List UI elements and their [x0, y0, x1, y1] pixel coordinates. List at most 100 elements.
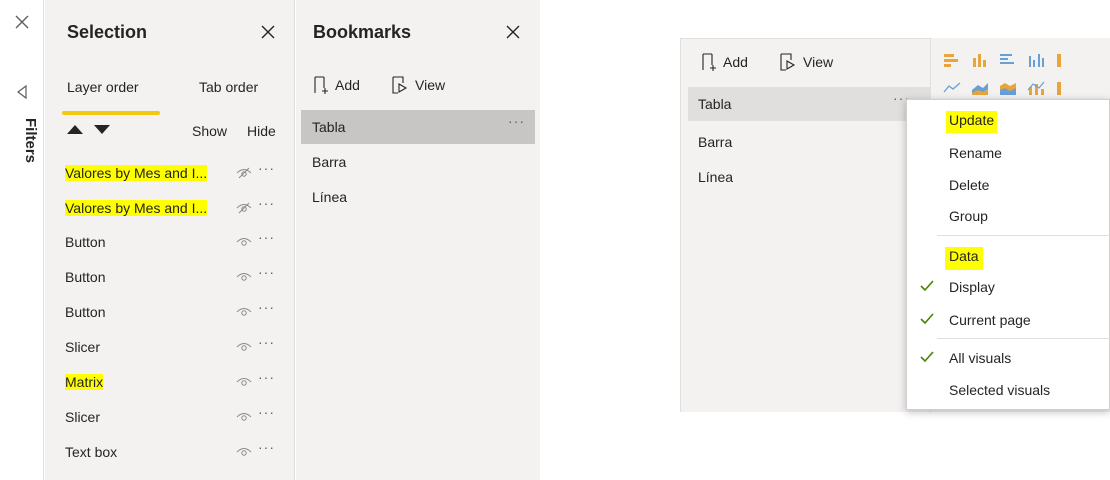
add-label: Add	[335, 77, 360, 93]
selection-title: Selection	[67, 22, 148, 42]
bookmark-label: Barra	[698, 134, 733, 150]
show-all-button[interactable]: Show	[192, 123, 227, 139]
add-bookmark-button[interactable]: Add	[313, 76, 360, 94]
view-label: View	[803, 54, 834, 70]
view-icon	[392, 76, 408, 94]
ribbon-chart-icon[interactable]	[1055, 80, 1073, 96]
more-options-icon[interactable]: ···	[258, 404, 275, 420]
menu-item-label: Delete	[949, 177, 990, 193]
eye-icon[interactable]	[236, 340, 252, 354]
menu-item-rename[interactable]: Rename	[907, 138, 1110, 168]
eye-icon[interactable]	[236, 270, 252, 284]
layer-row[interactable]: Slicer ···	[45, 401, 295, 435]
bookmark-label: Línea	[312, 189, 348, 205]
layer-row[interactable]: Valores by Mes and I... ···	[45, 157, 295, 191]
tab-layer-order[interactable]: Layer order	[67, 79, 139, 95]
bookmark-item[interactable]: Línea	[301, 180, 535, 214]
menu-item-all-visuals[interactable]: All visuals	[907, 343, 1110, 373]
more-options-icon[interactable]: ···	[258, 195, 275, 211]
bookmark-item[interactable]: Línea	[688, 160, 930, 194]
menu-item-label: Update	[946, 111, 998, 133]
menu-item-update[interactable]: Update	[907, 104, 1110, 134]
layer-row[interactable]: Button ···	[45, 226, 295, 260]
checkmark-icon	[920, 351, 934, 363]
hide-all-button[interactable]: Hide	[247, 123, 276, 139]
menu-section-data[interactable]: Data	[945, 247, 983, 270]
menu-item-label: Rename	[949, 145, 1002, 161]
stacked-column-100-icon[interactable]	[1055, 52, 1073, 68]
move-up-icon[interactable]	[67, 125, 83, 134]
eye-icon[interactable]	[236, 235, 252, 249]
bookmark-item[interactable]: Barra	[301, 145, 535, 179]
layer-row[interactable]: Text box ···	[45, 436, 295, 470]
layer-row[interactable]: Button ···	[45, 261, 295, 295]
eye-icon[interactable]	[236, 375, 252, 389]
area-chart-icon[interactable]	[971, 80, 989, 96]
eye-hidden-icon[interactable]	[236, 166, 252, 180]
menu-item-label: Current page	[949, 312, 1031, 328]
filters-label[interactable]: Filters	[22, 118, 39, 163]
line-chart-icon[interactable]	[943, 80, 961, 96]
bookmark-item[interactable]: Tabla ···	[688, 87, 930, 121]
checkmark-icon	[920, 280, 934, 292]
layer-name: Slicer	[65, 409, 101, 425]
menu-item-label: Display	[949, 279, 995, 295]
view-label: View	[415, 77, 446, 93]
menu-item-group[interactable]: Group	[907, 201, 1110, 231]
layer-name: Button	[65, 304, 106, 320]
bookmark-item[interactable]: Tabla ···	[301, 110, 535, 144]
close-icon[interactable]	[12, 12, 32, 32]
active-tab-indicator	[62, 111, 160, 115]
more-options-icon[interactable]: ···	[258, 439, 275, 455]
layer-name: Button	[65, 269, 106, 285]
layer-row[interactable]: Button ···	[45, 296, 295, 330]
layer-name: Valores by Mes and I...	[65, 165, 208, 181]
more-options-icon[interactable]: ···	[258, 334, 275, 350]
close-icon[interactable]	[259, 23, 277, 41]
clustered-bar-chart-icon[interactable]	[999, 52, 1017, 68]
more-options-icon[interactable]: ···	[258, 299, 275, 315]
view-bookmark-button[interactable]: View	[779, 53, 833, 71]
eye-icon[interactable]	[236, 305, 252, 319]
layer-row[interactable]: Matrix ···	[45, 366, 295, 400]
bookmarks-title: Bookmarks	[313, 22, 412, 42]
stacked-column-chart-icon[interactable]	[971, 52, 989, 68]
more-options-icon[interactable]: ···	[508, 113, 525, 129]
eye-hidden-icon[interactable]	[236, 201, 252, 215]
layer-name: Slicer	[65, 339, 101, 355]
eye-icon[interactable]	[236, 445, 252, 459]
filters-strip: Filters	[0, 0, 44, 480]
layer-row[interactable]: Valores by Mes and I... ···	[45, 192, 295, 226]
menu-separator	[937, 338, 1110, 339]
bookmarks-pane: Bookmarks Add View Tabla ··· Barra Línea	[296, 0, 540, 480]
add-bookmark-button[interactable]: Add	[701, 53, 748, 71]
layer-name: Button	[65, 234, 106, 250]
more-options-icon[interactable]: ···	[258, 160, 275, 176]
bookmark-context-menu: Update Rename Delete Group Data Display …	[906, 99, 1110, 410]
eye-icon[interactable]	[236, 410, 252, 424]
collapse-arrow-icon[interactable]	[14, 84, 30, 100]
more-options-icon[interactable]: ···	[258, 369, 275, 385]
bookmark-label: Tabla	[698, 96, 732, 112]
bookmark-label: Línea	[698, 169, 734, 185]
stacked-bar-chart-icon[interactable]	[943, 52, 961, 68]
stacked-area-chart-icon[interactable]	[999, 80, 1017, 96]
more-options-icon[interactable]: ···	[258, 229, 275, 245]
view-bookmark-button[interactable]: View	[391, 76, 445, 94]
line-and-column-chart-icon[interactable]	[1027, 80, 1045, 96]
more-options-icon[interactable]: ···	[258, 264, 275, 280]
layer-row[interactable]: Slicer ···	[45, 331, 295, 365]
move-down-icon[interactable]	[94, 125, 110, 134]
menu-item-delete[interactable]: Delete	[907, 170, 1110, 200]
menu-separator	[937, 235, 1110, 236]
menu-item-selected-visuals[interactable]: Selected visuals	[907, 375, 1110, 405]
menu-section-label: Data	[945, 247, 983, 270]
tab-tab-order[interactable]: Tab order	[199, 79, 258, 95]
close-icon[interactable]	[504, 23, 522, 41]
menu-item-display[interactable]: Display	[907, 272, 1110, 302]
bookmark-add-icon	[314, 76, 328, 94]
clustered-column-chart-icon[interactable]	[1027, 52, 1045, 68]
menu-item-current-page[interactable]: Current page	[907, 305, 1110, 335]
bookmark-item[interactable]: Barra	[688, 125, 930, 159]
menu-item-label: Selected visuals	[949, 382, 1051, 398]
